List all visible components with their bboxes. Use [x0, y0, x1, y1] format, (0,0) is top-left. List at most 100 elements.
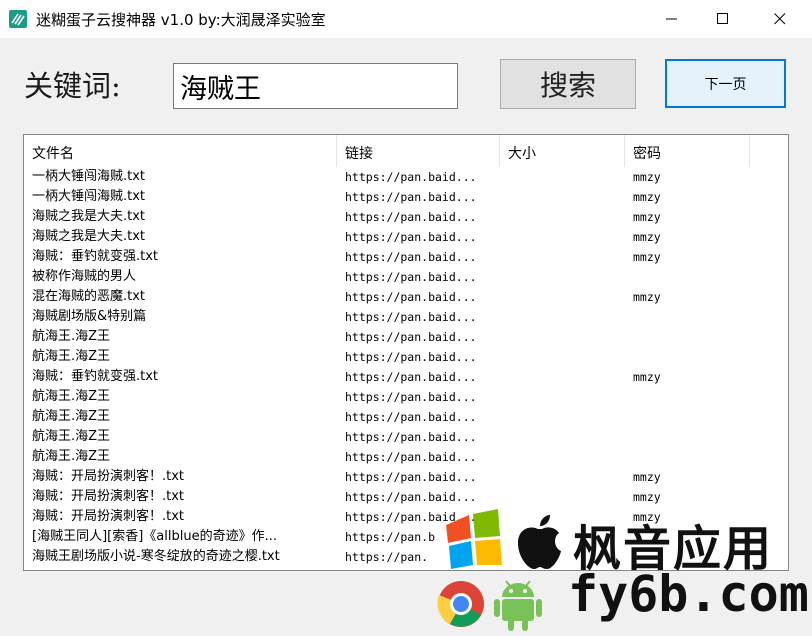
cell-size: [500, 207, 624, 227]
cell-filename: 海贼王剧场版小说-寒冬绽放的奇迹之樱.txt: [32, 549, 280, 564]
cell-link: https://pan.baid...: [345, 430, 477, 444]
cell-link: https://pan.baid...: [345, 250, 477, 264]
watermark-domain: fy6b.com: [568, 565, 809, 623]
keyword-input[interactable]: [173, 63, 458, 109]
cell-filename: 海贼之我是大夫.txt: [32, 229, 146, 244]
cell-filename: 一柄大锤闯海贼.txt: [32, 189, 146, 204]
minimize-icon: [666, 18, 677, 20]
cell-size: [500, 427, 624, 447]
table-row[interactable]: 一柄大锤闯海贼.txt https://pan.baid... mmzy: [24, 167, 788, 187]
cell-password: mmzy: [633, 250, 661, 264]
cell-filename: 海贼：开局扮演刺客！.txt: [32, 469, 185, 484]
cell-size: [500, 467, 624, 487]
title-bar: 迷糊蛋子云搜神器 v1.0 by:大润晟泽实验室: [0, 0, 812, 38]
cell-filename: 混在海贼的恶魔.txt: [32, 289, 146, 304]
cell-filename: 航海王.海Z王: [32, 429, 111, 444]
cell-size: [500, 387, 624, 407]
cell-size: [500, 247, 624, 267]
cell-size: [500, 187, 624, 207]
cell-password: mmzy: [633, 370, 661, 384]
cell-password: [625, 327, 749, 347]
cell-password: mmzy: [633, 230, 661, 244]
table-row[interactable]: 海贼之我是大夫.txt https://pan.baid... mmzy: [24, 207, 788, 227]
keyword-label: 关键词:: [24, 69, 121, 103]
chrome-logo-icon: [437, 581, 484, 627]
column-header-filename[interactable]: 文件名: [24, 135, 337, 167]
search-button[interactable]: 搜索: [500, 59, 636, 109]
cell-link: https://pan.baid...: [345, 390, 477, 404]
cell-link: https://pan.baid...: [345, 350, 477, 364]
cell-size: [500, 447, 624, 467]
cell-filename: 航海王.海Z王: [32, 329, 111, 344]
cell-size: [500, 167, 624, 187]
table-row[interactable]: 混在海贼的恶魔.txt https://pan.baid... mmzy: [24, 287, 788, 307]
table-row[interactable]: 航海王.海Z王 https://pan.baid...: [24, 327, 788, 347]
cell-size: [500, 367, 624, 387]
apple-logo-icon: [518, 515, 561, 569]
table-row[interactable]: 一柄大锤闯海贼.txt https://pan.baid... mmzy: [24, 187, 788, 207]
column-header-size[interactable]: 大小: [500, 135, 625, 167]
cell-password: [625, 427, 749, 447]
cell-filename: 海贼剧场版&特别篇: [32, 309, 147, 324]
cell-size: [500, 487, 624, 507]
minimize-button[interactable]: [644, 0, 700, 38]
cell-password: mmzy: [633, 190, 661, 204]
cell-link: https://pan.baid...: [345, 330, 477, 344]
table-row[interactable]: 航海王.海Z王 https://pan.baid...: [24, 427, 788, 447]
table-row[interactable]: 海贼：垂钓就变强.txt https://pan.baid... mmzy: [24, 247, 788, 267]
cell-filename: 海贼之我是大夫.txt: [32, 209, 146, 224]
table-row[interactable]: 航海王.海Z王 https://pan.baid...: [24, 347, 788, 367]
table-row[interactable]: 海贼：开局扮演刺客！.txt https://pan.baid... mmzy: [24, 467, 788, 487]
cell-link: https://pan.baid...: [345, 290, 477, 304]
cell-filename: 航海王.海Z王: [32, 409, 111, 424]
cell-link: https://pan.baid...: [345, 490, 477, 504]
cell-password: mmzy: [633, 210, 661, 224]
cell-filename: 被称作海贼的男人: [32, 269, 137, 284]
cell-size: [500, 307, 624, 327]
watermark: 枫音应用 fy6b.com: [430, 505, 812, 636]
cell-link: https://pan.baid...: [345, 230, 477, 244]
column-header-password[interactable]: 密码: [625, 135, 750, 167]
maximize-icon: [717, 13, 728, 24]
cell-size: [500, 327, 624, 347]
cell-link: https://pan.baid...: [345, 310, 477, 324]
cell-password: [625, 267, 749, 287]
cell-password: mmzy: [633, 490, 661, 504]
table-row[interactable]: 海贼：垂钓就变强.txt https://pan.baid... mmzy: [24, 367, 788, 387]
next-page-button[interactable]: 下一页: [665, 59, 786, 108]
cell-filename: 海贼：垂钓就变强.txt: [32, 369, 159, 384]
android-logo-icon: [494, 580, 542, 631]
cell-link: https://pan.baid...: [345, 170, 477, 184]
cell-size: [500, 347, 624, 367]
cell-password: [625, 407, 749, 427]
maximize-button[interactable]: [695, 0, 751, 38]
cell-link: https://pan.baid...: [345, 470, 477, 484]
cell-password: mmzy: [633, 170, 661, 184]
table-row[interactable]: 海贼之我是大夫.txt https://pan.baid... mmzy: [24, 227, 788, 247]
cell-password: mmzy: [633, 470, 661, 484]
cell-password: mmzy: [633, 290, 661, 304]
cell-link: https://pan.baid...: [345, 450, 477, 464]
cell-size: [500, 267, 624, 287]
cell-filename: 航海王.海Z王: [32, 349, 111, 364]
table-row[interactable]: 航海王.海Z王 https://pan.baid...: [24, 407, 788, 427]
table-row[interactable]: 被称作海贼的男人 https://pan.baid...: [24, 267, 788, 287]
table-row[interactable]: 航海王.海Z王 https://pan.baid...: [24, 447, 788, 467]
cell-size: [500, 407, 624, 427]
close-button[interactable]: [752, 0, 808, 38]
cell-filename: 航海王.海Z王: [32, 449, 111, 464]
cell-filename: 海贼：开局扮演刺客！.txt: [32, 489, 185, 504]
cell-filename: 海贼：开局扮演刺客！.txt: [32, 509, 185, 524]
table-row[interactable]: 海贼：开局扮演刺客！.txt https://pan.baid... mmzy: [24, 487, 788, 507]
cell-password: [625, 447, 749, 467]
cell-filename: [海贼王同人][索香]《allblue的奇迹》作...: [32, 529, 277, 544]
cell-link: https://pan.baid...: [345, 270, 477, 284]
cell-link: https://pan.baid...: [345, 370, 477, 384]
table-row[interactable]: 海贼剧场版&特别篇 https://pan.baid...: [24, 307, 788, 327]
table-row[interactable]: 航海王.海Z王 https://pan.baid...: [24, 387, 788, 407]
cell-password: [625, 347, 749, 367]
cell-password: [625, 387, 749, 407]
cell-size: [500, 287, 624, 307]
windows-logo-icon: [446, 509, 502, 569]
column-header-link[interactable]: 链接: [337, 135, 500, 167]
